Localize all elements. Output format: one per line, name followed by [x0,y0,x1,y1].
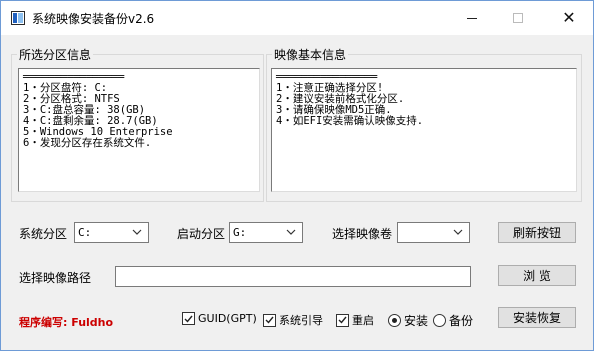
system-boot-checkbox-label: 系统引导 [279,314,323,327]
install-restore-button[interactable]: 安装恢复 [498,307,576,328]
minimize-button[interactable] [449,1,495,35]
chevron-down-icon [451,225,465,239]
refresh-button[interactable]: 刷新按钮 [498,222,576,243]
maximize-button[interactable] [495,1,541,35]
partition-info-line: 6・发现分区存在系统文件. [23,137,152,149]
minimize-icon [467,17,477,19]
image-volume-select[interactable] [397,222,470,243]
partition-info-label: 所选分区信息 [17,46,94,63]
system-partition-label: 系统分区 [19,227,68,241]
boot-partition-value: G: [233,226,247,239]
title-bar: 系统映像安装备份v2.6 ✕ [1,1,593,35]
radio-selected-icon [388,314,401,327]
close-button[interactable]: ✕ [546,1,592,35]
image-volume-label: 选择映像卷 [332,227,393,241]
system-boot-checkbox[interactable]: 系统引导 [263,312,323,328]
install-radio[interactable]: 安装 [388,312,428,329]
backup-radio-label: 备份 [449,314,474,328]
checkmark-icon [182,312,195,325]
maximize-icon [513,13,523,23]
guid-checkbox-label: GUID(GPT) [198,312,257,325]
partition-info-text[interactable]: ════════════════ 1・分区盘符: C: 2・分区格式: NTFS… [18,68,260,192]
image-info-text[interactable]: ════════════════ 1・注意正确选择分区! 2・建议安装前格式化分… [271,68,577,192]
boot-partition-label: 启动分区 [177,227,226,241]
restart-checkbox[interactable]: 重启 [336,312,374,328]
system-partition-value: C: [78,226,92,239]
author-label: 程序编写: Fuldho [19,316,114,329]
image-info-line: 4・如EFI安装需确认映像支持. [276,115,424,127]
chevron-down-icon [284,225,298,239]
radio-unselected-icon [433,314,446,327]
window-title: 系统映像安装备份v2.6 [32,12,155,26]
app-window: 系统映像安装备份v2.6 ✕ 所选分区信息 ════════════════ 1… [0,0,594,351]
checkmark-icon [336,313,349,327]
checkmark-icon [263,313,276,327]
chevron-down-icon [130,225,144,239]
image-info-label: 映像基本信息 [272,46,349,63]
system-partition-select[interactable]: C: [74,222,149,243]
image-path-input[interactable] [115,266,471,287]
backup-radio[interactable]: 备份 [433,312,473,329]
close-icon: ✕ [562,8,576,27]
install-radio-label: 安装 [404,314,429,328]
boot-partition-select[interactable]: G: [229,222,303,243]
app-icon [11,11,25,25]
image-path-label: 选择映像路径 [19,271,92,285]
browse-button[interactable]: 浏 览 [498,265,576,286]
guid-checkbox[interactable]: GUID(GPT) [182,312,257,325]
restart-checkbox-label: 重启 [352,314,374,327]
